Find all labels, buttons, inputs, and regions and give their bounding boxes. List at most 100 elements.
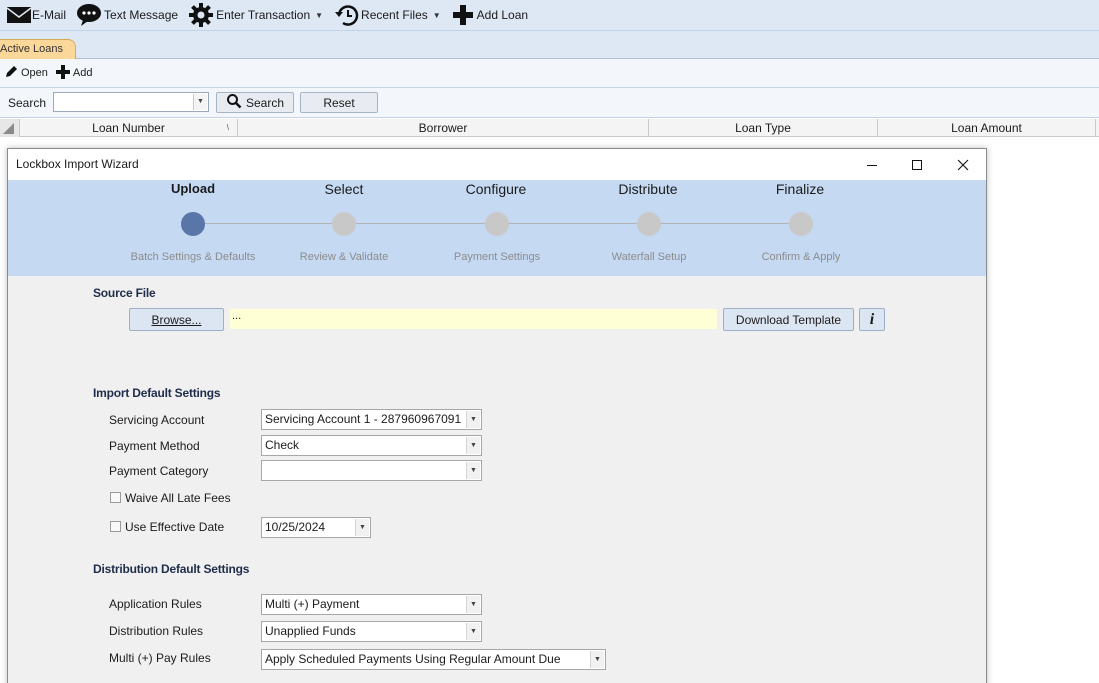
wizard-stepper: Upload Select Configure Distribute Final… [8, 180, 986, 276]
waive-late-fees-checkbox[interactable] [110, 492, 121, 503]
chevron-down-icon[interactable]: ▼ [466, 623, 480, 640]
email-label: E-Mail [32, 8, 67, 22]
grid-action-bar: Open Add [0, 59, 1099, 88]
search-bar: Search ▼ Search Reset [0, 88, 1099, 118]
chevron-down-icon: ▼ [432, 10, 441, 20]
chevron-down-icon: ▼ [315, 10, 324, 20]
servicing-account-value: Servicing Account 1 - 287960967091 [265, 412, 462, 426]
column-header-loan-number[interactable]: Loan Number \ [20, 119, 238, 137]
waive-late-fees-label[interactable]: Waive All Late Fees [125, 491, 231, 505]
reset-button-label: Reset [323, 95, 355, 110]
step-title-upload: Upload [170, 181, 216, 196]
browse-button[interactable]: Browse... [129, 308, 224, 331]
source-file-path-field[interactable]: ... [230, 309, 717, 329]
plus-icon [451, 4, 475, 26]
recent-files-label: Recent Files [361, 8, 428, 22]
step-indicator-distribute [637, 212, 661, 236]
reset-button[interactable]: Reset [300, 92, 378, 113]
chevron-down-icon[interactable]: ▼ [466, 596, 480, 613]
step-subtitle-finalize: Confirm & Apply [761, 251, 841, 263]
distribution-rules-select[interactable]: Unapplied Funds ▼ [261, 621, 482, 642]
tab-strip: Active Loans [0, 31, 1099, 59]
step-subtitle-select: Review & Validate [299, 251, 389, 263]
chevron-down-icon[interactable]: ▼ [466, 437, 480, 454]
chevron-down-icon[interactable]: ▼ [466, 411, 480, 428]
column-header-label: Loan Number [92, 121, 165, 135]
open-button[interactable]: Open [4, 65, 48, 82]
add-loan-button[interactable]: Add Loan [451, 0, 538, 31]
envelope-icon [6, 5, 32, 25]
source-file-heading: Source File [93, 286, 156, 300]
speech-bubble-icon [76, 3, 102, 27]
use-effective-date-checkbox[interactable] [110, 521, 121, 532]
payment-category-label: Payment Category [109, 464, 209, 478]
distribution-default-settings-heading: Distribution Default Settings [93, 562, 250, 576]
column-header-label: Loan Amount [951, 121, 1022, 135]
download-template-label: Download Template [735, 312, 842, 327]
text-message-label: Text Message [104, 8, 179, 22]
application-rules-value: Multi (+) Payment [265, 597, 360, 611]
payment-method-select[interactable]: Check ▼ [261, 435, 482, 456]
chevron-down-icon[interactable]: ▼ [193, 94, 207, 110]
multi-pay-rules-select[interactable]: Apply Scheduled Payments Using Regular A… [261, 649, 606, 670]
source-file-path-value: ... [232, 310, 242, 322]
chevron-down-icon[interactable]: ▼ [466, 462, 480, 479]
servicing-account-select[interactable]: Servicing Account 1 - 287960967091 ▼ [261, 409, 482, 430]
select-all-corner[interactable] [0, 119, 20, 137]
add-button[interactable]: Add [55, 64, 93, 82]
tab-active-loans[interactable]: Active Loans [0, 39, 76, 59]
application-rules-select[interactable]: Multi (+) Payment ▼ [261, 594, 482, 615]
grid-header: Loan Number \ Borrower Loan Type Loan Am… [0, 119, 1099, 137]
minimize-button[interactable] [849, 149, 895, 180]
search-button[interactable]: Search [216, 92, 294, 113]
chevron-down-icon[interactable]: ▼ [590, 651, 604, 668]
step-indicator-select [332, 212, 356, 236]
maximize-icon [912, 159, 922, 170]
plus-icon [55, 64, 73, 82]
step-indicator-finalize [789, 212, 813, 236]
download-template-button[interactable]: Download Template [723, 308, 854, 331]
step-subtitle-distribute: Waterfall Setup [611, 251, 687, 263]
column-header-loan-type[interactable]: Loan Type [649, 119, 878, 137]
main-toolbar: : E-Mail Text Message Enter Transaction … [0, 0, 1099, 31]
distribution-rules-label: Distribution Rules [109, 624, 204, 638]
email-button[interactable]: : E-Mail [0, 0, 76, 31]
text-message-button[interactable]: Text Message [76, 0, 188, 31]
add-loan-label: Add Loan [476, 8, 529, 22]
column-header-label: Loan Type [735, 121, 791, 135]
column-header-borrower[interactable]: Borrower [238, 119, 649, 137]
search-label: Search [8, 96, 47, 110]
application-rules-label: Application Rules [109, 597, 202, 611]
info-icon: i [869, 310, 875, 328]
close-button[interactable] [940, 149, 986, 180]
use-effective-date-label[interactable]: Use Effective Date [125, 520, 224, 534]
lockbox-import-wizard-dialog: Lockbox Import Wizard Upload Select Conf… [7, 148, 987, 683]
chevron-down-icon[interactable]: ▼ [355, 519, 369, 536]
magnifier-icon [226, 93, 242, 112]
browse-button-label: Browse... [151, 312, 202, 327]
step-subtitle-upload: Batch Settings & Defaults [130, 251, 256, 263]
minimize-icon [867, 164, 877, 166]
search-input[interactable]: ▼ [53, 92, 209, 112]
recent-files-button[interactable]: Recent Files ▼ [333, 0, 451, 31]
enter-transaction-button[interactable]: Enter Transaction ▼ [188, 0, 333, 31]
info-button[interactable]: i [859, 308, 885, 331]
maximize-button[interactable] [894, 149, 940, 180]
servicing-account-label: Servicing Account [109, 413, 205, 427]
step-indicator-upload [181, 212, 205, 236]
column-header-loan-amount[interactable]: Loan Amount [878, 119, 1096, 137]
search-button-label: Search [245, 95, 285, 110]
step-title-select: Select [324, 181, 364, 197]
step-title-finalize: Finalize [775, 181, 825, 197]
multi-pay-rules-value: Apply Scheduled Payments Using Regular A… [265, 652, 561, 666]
distribution-rules-value: Unapplied Funds [265, 624, 356, 638]
step-title-configure: Configure [465, 181, 527, 197]
gear-icon [188, 2, 214, 28]
payment-category-select[interactable]: ▼ [261, 460, 482, 481]
effective-date-picker[interactable]: 10/25/2024 ▼ [261, 517, 371, 538]
dialog-titlebar[interactable]: Lockbox Import Wizard [8, 149, 986, 180]
step-indicator-configure [485, 212, 509, 236]
enter-transaction-label: Enter Transaction [216, 8, 311, 22]
dialog-title: Lockbox Import Wizard [16, 157, 139, 171]
payment-method-label: Payment Method [109, 439, 200, 453]
